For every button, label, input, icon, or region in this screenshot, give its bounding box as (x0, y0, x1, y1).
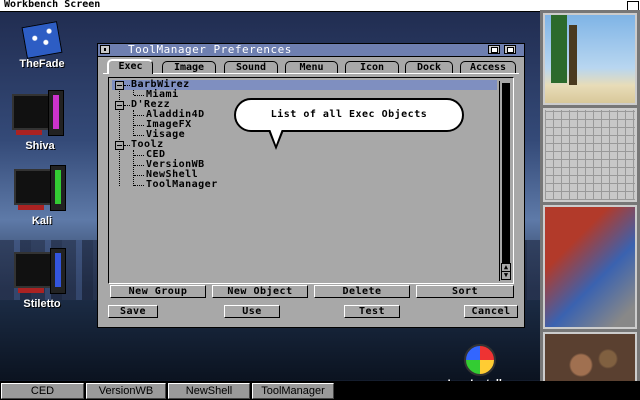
image-editor-thumbnail[interactable] (543, 205, 637, 329)
scrollbar-knob[interactable] (502, 83, 510, 265)
beach-palm-thumbnail[interactable] (543, 13, 637, 105)
help-bubble-tail-fill (270, 129, 282, 145)
sort-button[interactable]: Sort (416, 285, 514, 298)
tab-access[interactable]: Access (460, 61, 516, 73)
tree-row-toolmanager[interactable]: ToolManager (112, 180, 497, 190)
cancel-button[interactable]: Cancel (464, 305, 518, 318)
tab-image[interactable]: Image (162, 61, 216, 73)
zoom-gadget-icon[interactable] (488, 45, 500, 54)
window-title: ToolManager Preferences (128, 43, 292, 56)
desktop-icon-label: TheFade (19, 58, 65, 70)
scroll-down-arrow-icon[interactable]: ▼ (501, 271, 511, 280)
dock-button-versionwb[interactable]: VersionWB (86, 383, 166, 399)
toolmanager-preferences-window: ToolManager Preferences Exec Image Sound… (97, 43, 525, 328)
computer-icon (12, 90, 68, 138)
dock-button-newshell[interactable]: NewShell (168, 383, 250, 399)
save-button[interactable]: Save (108, 305, 158, 318)
tab-exec[interactable]: Exec (107, 59, 153, 74)
window-title-bar[interactable]: ToolManager Preferences (98, 43, 524, 57)
desktop-icon-thefade[interactable]: TheFade (2, 21, 82, 70)
collapse-icon[interactable] (115, 141, 124, 150)
computer-icon (14, 165, 70, 213)
new-group-button[interactable]: New Group (110, 285, 206, 298)
close-icon[interactable] (100, 45, 110, 54)
collapse-icon[interactable] (115, 101, 124, 110)
desktop-icon-label: Shiva (25, 140, 55, 152)
desktop-icon-label: Stiletto (23, 298, 61, 310)
depth-gadget-icon[interactable] (504, 45, 516, 54)
tab-dock[interactable]: Dock (405, 61, 453, 73)
desktop-icon-label: Kali (31, 215, 53, 227)
use-button[interactable]: Use (224, 305, 280, 318)
help-bubble: List of all Exec Objects (234, 98, 464, 132)
tree-row-toolz[interactable]: Toolz (112, 140, 497, 150)
tree-row-label: ToolManager (146, 179, 218, 190)
delete-button[interactable]: Delete (314, 285, 410, 298)
tab-divider (103, 73, 519, 74)
tab-menu[interactable]: Menu (285, 61, 338, 73)
screen-title: Workbench Screen (4, 0, 101, 10)
dock-button-ced[interactable]: CED (1, 383, 84, 399)
tab-icon[interactable]: Icon (345, 61, 399, 73)
palette-icon (464, 344, 496, 376)
thefade-icon (21, 21, 63, 59)
desktop-icon-stiletto[interactable]: Stiletto (2, 248, 82, 310)
3d-modeler-thumbnail[interactable] (543, 108, 637, 202)
tab-sound[interactable]: Sound (224, 61, 278, 73)
desktop-icon-shiva[interactable]: Shiva (0, 90, 80, 152)
test-button[interactable]: Test (344, 305, 400, 318)
image-thumbnail-strip (540, 10, 640, 400)
desktop-icon-kali[interactable]: Kali (2, 165, 82, 227)
list-scrollbar[interactable]: ▲ ▼ (499, 81, 511, 281)
computer-icon (14, 248, 70, 296)
dock-button-toolmanager[interactable]: ToolManager (252, 383, 334, 399)
new-object-button[interactable]: New Object (212, 285, 308, 298)
collapse-icon[interactable] (115, 81, 124, 90)
